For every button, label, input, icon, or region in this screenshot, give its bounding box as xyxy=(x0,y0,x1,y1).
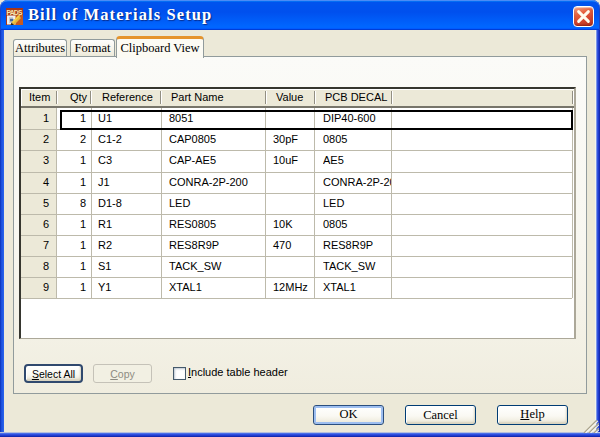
svg-text:PADS: PADS xyxy=(7,9,23,16)
